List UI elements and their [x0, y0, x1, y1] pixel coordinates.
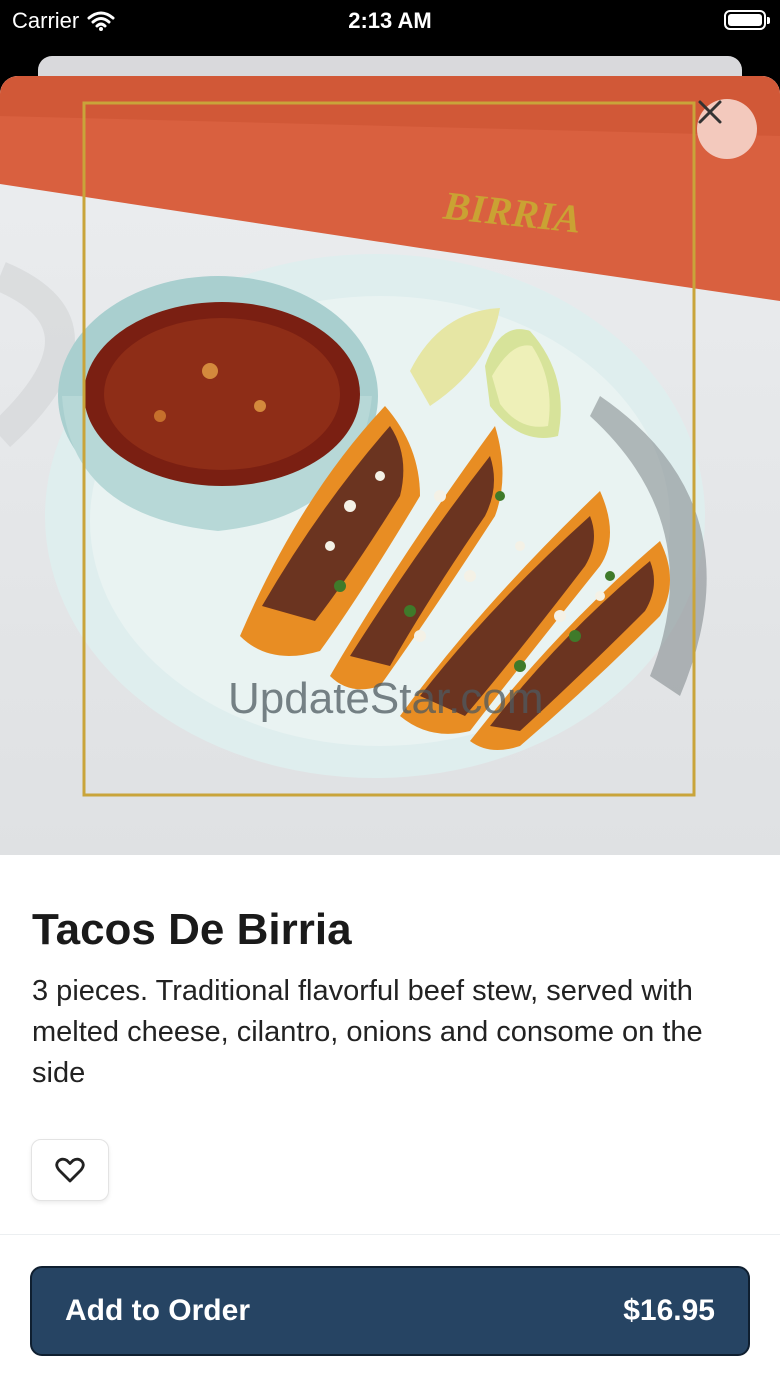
- item-detail-sheet: BIRRIA UpdateStar.com Tacos De Birria 3 …: [0, 76, 780, 1387]
- status-bar: Carrier 2:13 AM: [0, 0, 780, 56]
- item-description: 3 pieces. Traditional flavorful beef ste…: [32, 975, 703, 1089]
- battery-icon: [724, 10, 770, 30]
- taco-plate-illustration: BIRRIA UpdateStar.com: [0, 76, 780, 797]
- divider: [0, 1234, 780, 1235]
- close-button[interactable]: [697, 99, 757, 159]
- watermark: UpdateStar.com: [228, 674, 544, 723]
- add-to-order-button[interactable]: Add to Order $16.95: [30, 1266, 750, 1356]
- item-photo: BIRRIA UpdateStar.com: [0, 76, 780, 855]
- status-time: 2:13 AM: [348, 8, 432, 33]
- add-to-order-label: Add to Order: [65, 1294, 250, 1327]
- close-icon: [698, 100, 722, 124]
- heart-icon: [55, 1157, 85, 1182]
- item-title: Tacos De Birria: [32, 905, 352, 954]
- favorite-button[interactable]: [31, 1139, 109, 1201]
- price-label: $16.95: [623, 1294, 715, 1327]
